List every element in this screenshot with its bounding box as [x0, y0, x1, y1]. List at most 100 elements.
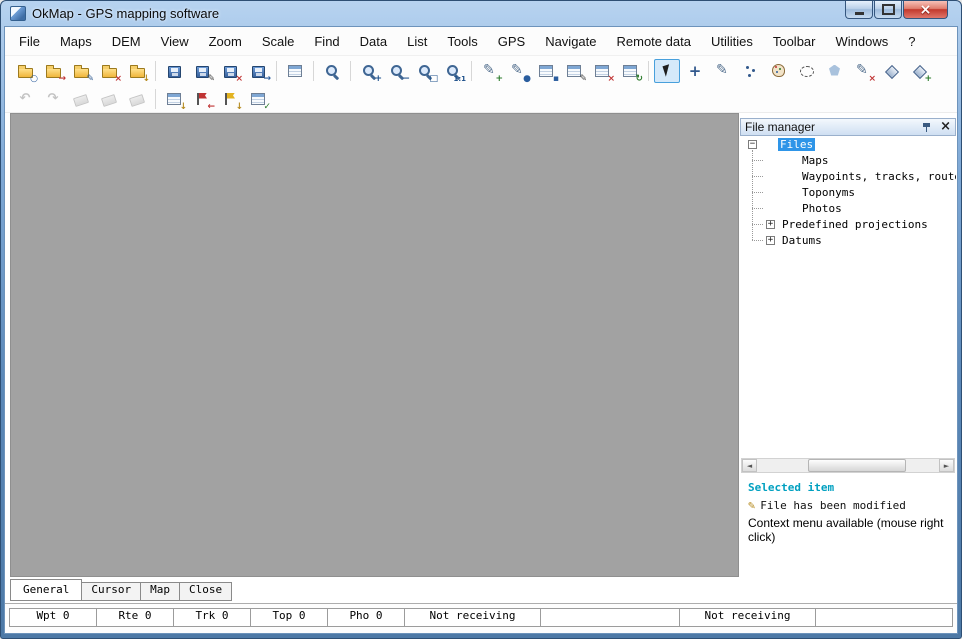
select-tool-button[interactable]: [654, 59, 680, 83]
status-cell-toponyms: Top 0: [250, 608, 328, 627]
palette-tool-button[interactable]: [766, 59, 792, 83]
upload-gps-button[interactable]: ←: [189, 87, 215, 111]
zoom-window-button[interactable]: □: [412, 59, 438, 83]
menu-item-maps[interactable]: Maps: [50, 29, 102, 54]
item-properties-button[interactable]: ✓: [245, 87, 271, 111]
scrollbar-track[interactable]: [757, 459, 939, 472]
icon-badge: ×: [868, 75, 876, 84]
close-map-button[interactable]: ×: [96, 59, 122, 83]
vertex-tool-button[interactable]: [878, 59, 904, 83]
erase-waypoints-button[interactable]: [68, 87, 94, 111]
polygon-tool-button[interactable]: [822, 59, 848, 83]
tab-general[interactable]: General: [10, 579, 82, 601]
menu-item-utilities[interactable]: Utilities: [701, 29, 763, 54]
export-data-button[interactable]: →: [245, 59, 271, 83]
refresh-data-button[interactable]: ↻: [617, 59, 643, 83]
tab-map[interactable]: Map: [140, 582, 180, 601]
menu-item-tools[interactable]: Tools: [437, 29, 487, 54]
open-map-button[interactable]: ○: [12, 59, 38, 83]
panel-close-icon[interactable]: ×: [940, 121, 951, 133]
scroll-right-button[interactable]: [939, 459, 954, 472]
scrollbar-thumb[interactable]: [808, 459, 906, 472]
menu-item-zoom[interactable]: Zoom: [199, 29, 252, 54]
menu-item-find[interactable]: Find: [304, 29, 349, 54]
menu-item-file[interactable]: File: [9, 29, 50, 54]
menu-item-data[interactable]: Data: [350, 29, 397, 54]
tree-item-predefined-projections[interactable]: Predefined projections: [780, 218, 930, 231]
move-data-button[interactable]: ↓: [161, 87, 187, 111]
tab-cursor[interactable]: Cursor: [81, 582, 141, 601]
menu-item-list[interactable]: List: [397, 29, 437, 54]
menu-item-gps[interactable]: GPS: [488, 29, 535, 54]
tab-close[interactable]: Close: [179, 582, 232, 601]
save-close-button[interactable]: ×: [217, 59, 243, 83]
tree-item-waypoints-tracks-routes[interactable]: Waypoints, tracks, routes: [800, 170, 956, 183]
menu-item-scale[interactable]: Scale: [252, 29, 305, 54]
tree-row-photos: Photos: [740, 200, 956, 216]
undo-button[interactable]: ↶: [12, 87, 38, 111]
new-waypoint-button[interactable]: +: [477, 59, 503, 83]
menu-item-view[interactable]: View: [151, 29, 199, 54]
delete-track-button[interactable]: ×: [589, 59, 615, 83]
pencil-icon: [748, 498, 755, 512]
undo-icon: ↶: [17, 92, 33, 106]
pan-tool-button[interactable]: [682, 59, 708, 83]
erase-tracks-button[interactable]: [96, 87, 122, 111]
menu-item-navigate[interactable]: Navigate: [535, 29, 606, 54]
save-as-button[interactable]: ✎: [189, 59, 215, 83]
maximize-button[interactable]: [874, 1, 902, 19]
zoom-in-button[interactable]: +: [356, 59, 382, 83]
draw-tool-icon: [715, 64, 731, 78]
zoom-1-1-button[interactable]: 1:1: [440, 59, 466, 83]
erase-routes-button[interactable]: [124, 87, 150, 111]
menu-item-dem[interactable]: DEM: [102, 29, 151, 54]
menu-item-help[interactable]: ?: [898, 29, 925, 54]
window-body: File Maps DEM View Zoom Scale Find Data …: [4, 26, 958, 634]
menu-item-windows[interactable]: Windows: [825, 29, 898, 54]
tree-item-datums[interactable]: Datums: [780, 234, 824, 247]
erase-draw-button[interactable]: ×: [850, 59, 876, 83]
search-map-button[interactable]: [319, 59, 345, 83]
lasso-tool-button[interactable]: [794, 59, 820, 83]
add-vertex-button[interactable]: +: [906, 59, 932, 83]
tree-item-files[interactable]: Files: [778, 138, 815, 151]
icon-badge: ●: [523, 75, 531, 84]
download-gps-button[interactable]: ↓: [217, 87, 243, 111]
search-map-icon: [325, 64, 340, 78]
edit-waypoint-button[interactable]: ●: [505, 59, 531, 83]
redo-button[interactable]: ↷: [40, 87, 66, 111]
status-cell-photos: Pho 0: [327, 608, 405, 627]
scroll-left-button[interactable]: [742, 459, 757, 472]
horizontal-scrollbar[interactable]: [741, 458, 955, 473]
icon-badge: −: [402, 75, 410, 84]
edit-map-button[interactable]: ✎: [68, 59, 94, 83]
save-button[interactable]: [161, 59, 187, 83]
open-recent-map-button[interactable]: →: [40, 59, 66, 83]
minimize-button[interactable]: [845, 1, 873, 19]
zoom-out-button[interactable]: −: [384, 59, 410, 83]
expand-icon[interactable]: [766, 236, 775, 245]
status-bar: Wpt 0 Rte 0 Trk 0 Top 0 Pho 0 Not receiv…: [5, 603, 957, 633]
pan-tool-icon: [687, 64, 703, 78]
expand-icon[interactable]: [766, 220, 775, 229]
import-map-button[interactable]: ↓: [124, 59, 150, 83]
icon-badge: ×: [607, 75, 615, 84]
collapse-icon[interactable]: [748, 140, 757, 149]
tree-item-maps[interactable]: Maps: [800, 154, 831, 167]
pin-icon[interactable]: [922, 121, 932, 133]
file-manager-panel: File manager × Files Maps Waypoints, tra…: [740, 118, 956, 544]
tree-item-toponyms[interactable]: Toponyms: [800, 186, 857, 199]
data-grid-button[interactable]: [282, 59, 308, 83]
draw-tool-button[interactable]: [710, 59, 736, 83]
menu-item-toolbar[interactable]: Toolbar: [763, 29, 826, 54]
menu-item-remote-data[interactable]: Remote data: [607, 29, 701, 54]
track-table-button[interactable]: ▪: [533, 59, 559, 83]
close-button[interactable]: [903, 1, 948, 19]
edit-track-button[interactable]: ✎: [561, 59, 587, 83]
status-cell-routes: Rte 0: [96, 608, 174, 627]
icon-badge: ▪: [553, 75, 559, 84]
map-canvas[interactable]: [10, 113, 739, 577]
tree-item-photos[interactable]: Photos: [800, 202, 844, 215]
multipoint-tool-button[interactable]: [738, 59, 764, 83]
polygon-tool-icon: [827, 64, 843, 78]
